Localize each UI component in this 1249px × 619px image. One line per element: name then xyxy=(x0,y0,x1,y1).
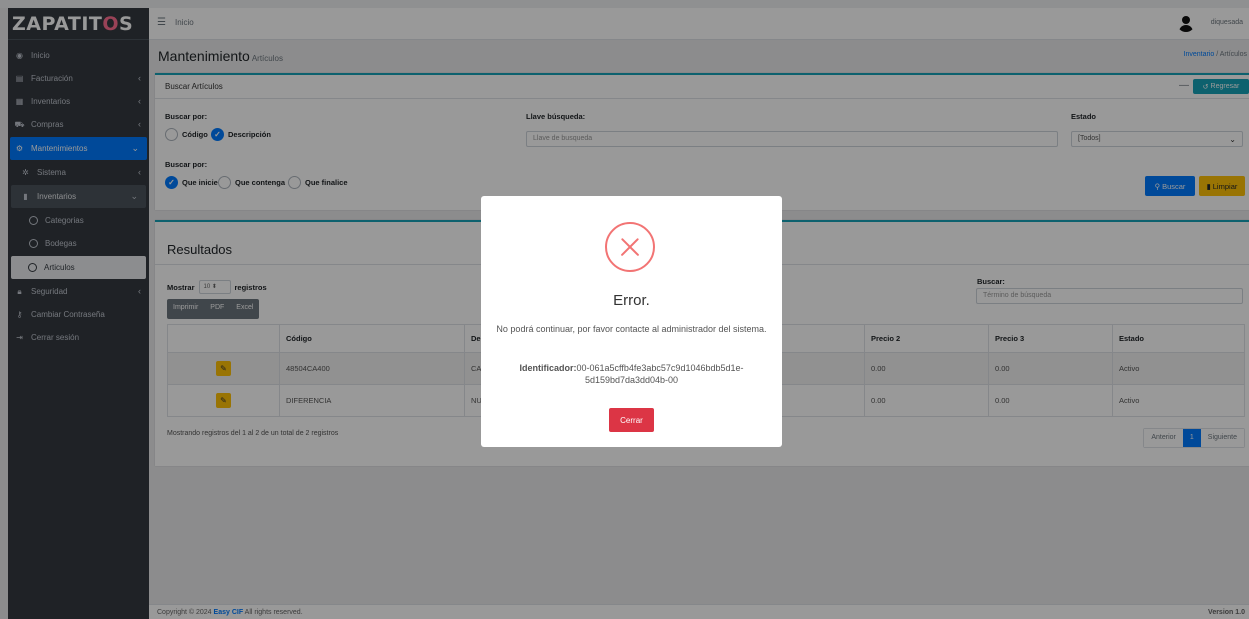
error-x-icon xyxy=(605,222,655,272)
error-title: Error. xyxy=(613,292,650,309)
error-message: No podrá continuar, por favor contacte a… xyxy=(496,324,767,334)
error-dialog: Error. No podrá continuar, por favor con… xyxy=(481,196,782,447)
cerrar-button[interactable]: Cerrar xyxy=(609,408,654,432)
error-identifier: Identificador:00-061a5cffb4fe3abc57c9d10… xyxy=(519,363,744,385)
